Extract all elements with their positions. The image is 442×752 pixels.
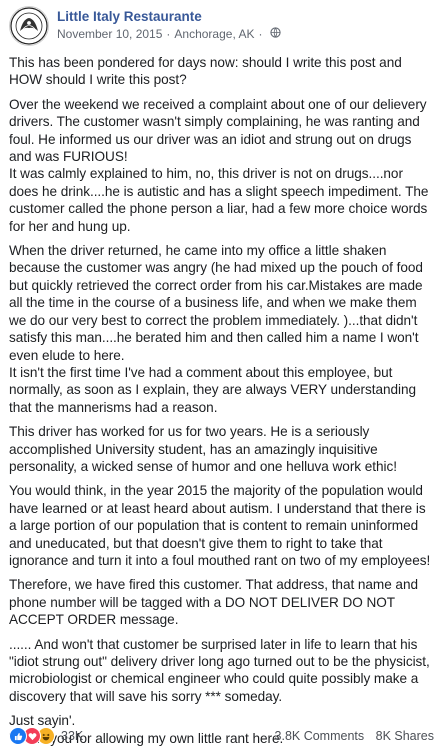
post-body: This has been pondered for days now: sho… [9,54,434,747]
reactions-summary[interactable]: 33K [9,727,83,745]
facebook-post: Little Italy Restaurante November 10, 20… [0,0,442,752]
post-paragraph: Over the weekend we received a complaint… [9,96,429,234]
separator-dot: · [166,27,171,41]
post-meta: Little Italy Restaurante November 10, 20… [57,6,282,42]
post-paragraph: Therefore, we have fired this customer. … [9,577,418,628]
post-footer: 33K 3.8K Comments 8K Shares [9,723,434,749]
comments-count[interactable]: 3.8K Comments [275,729,365,743]
post-header: Little Italy Restaurante November 10, 20… [9,6,434,52]
post-subline: November 10, 2015 · Anchorage, AK · [57,26,282,42]
globe-icon[interactable] [270,26,282,42]
post-paragraph: This driver has worked for us for two ye… [9,424,397,474]
restaurant-logo-icon [10,7,48,45]
reaction-count[interactable]: 33K [61,729,83,743]
post-paragraph: When the driver returned, he came into m… [9,243,423,415]
like-icon [9,727,27,745]
separator-dot-2: · [258,27,263,41]
post-paragraph: ...... And won't that customer be surpri… [9,636,430,704]
engagement-counts: 3.8K Comments 8K Shares [267,729,434,743]
post-paragraph: This has been pondered for days now: sho… [9,55,402,88]
post-paragraph: You would think, in the year 2015 the ma… [9,483,431,568]
post-date[interactable]: November 10, 2015 [57,26,162,42]
page-name-link[interactable]: Little Italy Restaurante [57,8,281,25]
post-location[interactable]: Anchorage, AK [174,26,254,42]
shares-count[interactable]: 8K Shares [376,729,434,743]
page-avatar[interactable] [9,6,49,46]
